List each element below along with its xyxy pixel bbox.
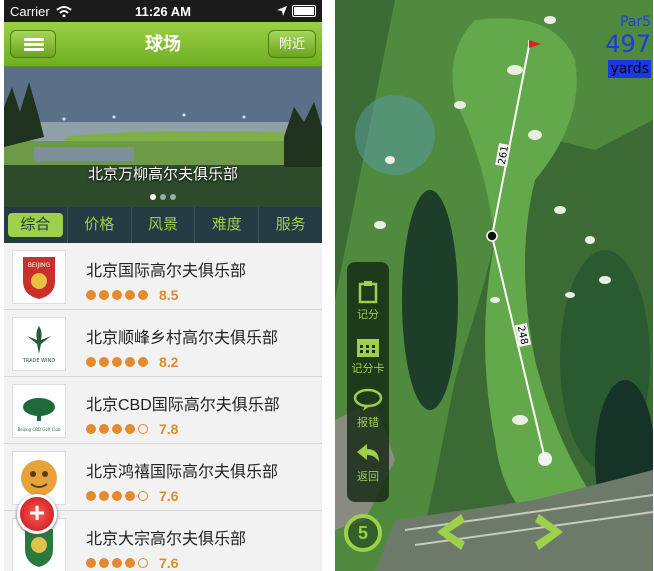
course-name: 北京大宗高尔夫俱乐部 [86, 531, 247, 548]
sidebar-item-label: 记分 [357, 309, 379, 321]
distance-value: 497 [605, 30, 651, 58]
report-error-button[interactable]: 报错 [347, 388, 389, 430]
tab-price[interactable]: 价格 [68, 207, 132, 243]
course-name: 北京国际高尔夫俱乐部 [86, 263, 247, 280]
back-arrow-icon [357, 444, 379, 462]
course-name: 北京CBD国际高尔夫俱乐部 [86, 397, 280, 414]
star-rating: 7.8 [86, 421, 178, 437]
club-logo: Beijing CBD Golf Club [12, 384, 66, 438]
sidebar-item-label: 报错 [357, 417, 379, 429]
svg-text:TRADE WIND: TRADE WIND [22, 358, 56, 364]
hole-map-screen: 261 248 Par5 497 yards 记分 记分卡 报错 返回 5 [335, 0, 653, 571]
layup-marker[interactable] [486, 230, 498, 242]
course-score: 7.6 [159, 555, 179, 571]
star-rating: 7.6 [86, 555, 178, 571]
add-button[interactable]: + [17, 494, 57, 534]
course-score: 7.6 [159, 488, 179, 504]
previous-hole-button[interactable] [427, 510, 471, 554]
course-name: 北京顺峰乡村高尔夫俱乐部 [86, 330, 279, 347]
star-rating: 8.5 [86, 287, 178, 303]
filter-tabs: 综合 价格 风景 难度 服务 [4, 207, 322, 243]
calendar-icon [357, 339, 379, 357]
svg-text:BEIJING: BEIJING [28, 262, 51, 269]
chevron-left-icon [437, 514, 465, 550]
battery-icon [292, 5, 316, 17]
course-name: 北京鸿禧国际高尔夫俱乐部 [86, 464, 279, 481]
par-label: Par5 [619, 14, 651, 30]
star-rating: 7.6 [86, 488, 178, 504]
list-item[interactable]: TRADE WIND 北京顺峰乡村高尔夫俱乐部 8.2 [4, 310, 322, 377]
star-rating: 8.2 [86, 354, 178, 370]
tool-sidebar: 记分 记分卡 报错 返回 [347, 262, 389, 502]
distance-unit: yards [608, 60, 651, 78]
back-button[interactable]: 返回 [347, 442, 389, 484]
nearby-button[interactable]: 附近 [267, 30, 316, 58]
list-item[interactable]: Beijing CBD Golf Club 北京CBD国际高尔夫俱乐部 7.8 [4, 377, 322, 444]
ball-position-marker[interactable] [538, 452, 552, 466]
club-logo: TRADE WIND [12, 317, 66, 371]
status-bar: Carrier 11:26 AM [4, 0, 322, 22]
tab-scenery[interactable]: 风景 [132, 207, 196, 243]
course-score: 8.2 [159, 354, 179, 370]
tab-overall[interactable]: 综合 [4, 207, 68, 243]
next-hole-button[interactable] [529, 510, 573, 554]
chevron-right-icon [535, 514, 563, 550]
scorecard-button[interactable]: 记分卡 [347, 336, 389, 376]
course-score: 7.8 [159, 421, 179, 437]
list-item[interactable]: BEIJING 北京国际高尔夫俱乐部 8.5 [4, 243, 322, 310]
featured-course-banner[interactable]: 北京万柳高尔夫俱乐部 [4, 67, 322, 207]
speech-bubble-icon [353, 388, 383, 411]
tab-difficulty[interactable]: 难度 [195, 207, 260, 243]
carousel-dots[interactable] [4, 187, 322, 205]
hole-number-badge[interactable]: 5 [344, 514, 382, 552]
score-button[interactable]: 记分 [347, 280, 389, 322]
banner-caption: 北京万柳高尔夫俱乐部 [87, 166, 238, 183]
course-list-screen: Carrier 11:26 AM 球场 附近 北京万柳高尔夫俱乐部 综合 价格 … [4, 0, 322, 571]
tab-service[interactable]: 服务 [259, 207, 322, 243]
club-logo: BEIJING [12, 250, 66, 304]
svg-text:Beijing CBD Golf Club: Beijing CBD Golf Club [17, 427, 61, 432]
clipboard-icon [358, 281, 378, 304]
nav-bar: 球场 附近 [4, 22, 322, 67]
sidebar-item-label: 记分卡 [351, 363, 385, 375]
course-score: 8.5 [159, 287, 179, 303]
status-time: 11:26 AM [135, 3, 191, 19]
banner-photo [4, 67, 322, 207]
hole-info: Par5 497 yards [605, 14, 651, 78]
sidebar-item-label: 返回 [357, 471, 379, 483]
